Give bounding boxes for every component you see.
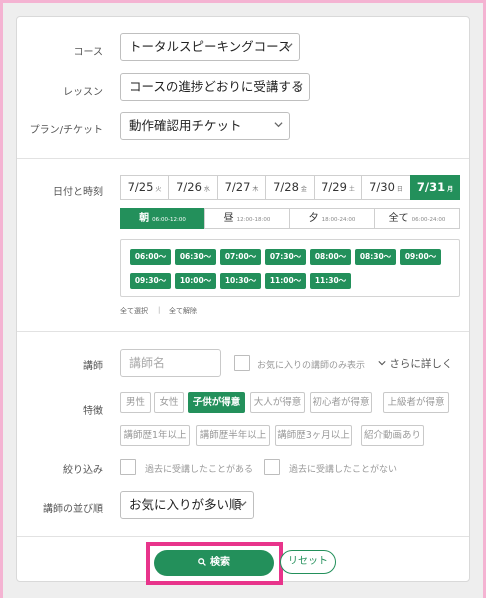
select-all-link[interactable]: 全て選択 xyxy=(120,306,148,316)
date-tab[interactable]: 7/25 火 xyxy=(120,175,169,200)
reset-button[interactable]: リセット xyxy=(280,550,336,574)
time-slot[interactable]: 07:30〜 xyxy=(265,249,306,265)
time-of-day-tab[interactable]: 全て 06:00-24:00 xyxy=(374,208,460,229)
date-tab-weekday: 金 xyxy=(300,186,307,193)
plan-label: プラン/チケット xyxy=(29,125,103,136)
time-of-day-range: 12:00-18:00 xyxy=(236,217,271,223)
time-slot[interactable]: 06:30〜 xyxy=(175,249,216,265)
date-tab-date: 7/28 xyxy=(273,180,299,194)
course-label: コース xyxy=(73,47,104,58)
filter-label: 絞り込み xyxy=(63,465,103,476)
chevron-down-icon xyxy=(274,113,283,139)
time-slot[interactable]: 09:30〜 xyxy=(130,273,171,289)
feature-tag[interactable]: 男性 xyxy=(120,392,151,413)
time-of-day-tab[interactable]: 朝 06:00-12:00 xyxy=(120,208,205,229)
lesson-select-value: コースの進捗どおりに受講する xyxy=(129,79,304,94)
teacher-name-input[interactable]: 講師名 xyxy=(120,349,221,377)
teacher-label: 講師 xyxy=(83,361,103,372)
time-of-day-name: 昼 xyxy=(223,213,234,224)
plan-select[interactable]: 動作確認用チケット xyxy=(120,112,290,140)
date-tab-weekday: 月 xyxy=(447,186,454,193)
sort-select-value: お気に入りが多い順 xyxy=(129,497,242,512)
never-taken-label: 過去に受講したことがない xyxy=(289,465,398,475)
taken-before-checkbox[interactable] xyxy=(120,459,136,475)
date-tab[interactable]: 7/31 月 xyxy=(410,175,460,200)
date-tab[interactable]: 7/27 木 xyxy=(217,175,266,200)
features-label: 特徴 xyxy=(83,406,103,417)
time-slot[interactable]: 06:00〜 xyxy=(130,249,171,265)
date-tab[interactable]: 7/26 水 xyxy=(168,175,218,200)
chevron-down-icon xyxy=(378,358,386,370)
time-slot[interactable]: 08:00〜 xyxy=(310,249,351,265)
time-of-day-tabs: 朝 06:00-12:00 昼 12:00-18:00 夕 18:00-24:00 全て 06… xyxy=(120,208,460,229)
lesson-select[interactable]: コースの進捗どおりに受講する xyxy=(120,73,310,101)
sort-select[interactable]: お気に入りが多い順 xyxy=(120,491,254,519)
sort-label: 講師の並び順 xyxy=(43,504,103,515)
feature-tag[interactable]: 講師歴3ヶ月以上 xyxy=(275,425,352,446)
time-of-day-range: 18:00-24:00 xyxy=(321,217,356,223)
favorites-only-checkbox[interactable] xyxy=(234,355,250,371)
feature-tag[interactable]: 上級者が得意 xyxy=(383,392,449,413)
time-of-day-range: 06:00-24:00 xyxy=(411,217,446,223)
divider xyxy=(17,536,469,537)
course-select[interactable]: トータルスピーキングコース xyxy=(120,33,300,61)
link-separator: | xyxy=(158,306,161,314)
time-of-day-name: 全て xyxy=(388,213,409,224)
date-tab-date: 7/26 xyxy=(176,180,202,194)
deselect-all-link[interactable]: 全て解除 xyxy=(169,306,197,316)
course-select-value: トータルスピーキングコース xyxy=(129,39,291,54)
date-tab[interactable]: 7/29 土 xyxy=(314,175,362,200)
chevron-down-icon xyxy=(284,34,293,60)
time-of-day-name: 朝 xyxy=(139,213,150,224)
time-slot[interactable]: 10:00〜 xyxy=(175,273,216,289)
date-tab[interactable]: 7/30 日 xyxy=(361,175,411,200)
taken-before-label: 過去に受講したことがある xyxy=(145,465,254,475)
date-tab-weekday: 火 xyxy=(155,186,162,193)
date-tab-date: 7/30 xyxy=(369,180,395,194)
search-button-highlight xyxy=(146,542,283,585)
feature-tag[interactable]: 子供が得意 xyxy=(188,392,245,413)
date-tab-date: 7/27 xyxy=(224,180,251,194)
time-of-day-tab[interactable]: 夕 18:00-24:00 xyxy=(289,208,375,229)
date-tab-weekday: 木 xyxy=(252,186,259,193)
divider xyxy=(17,158,469,159)
time-of-day-name: 夕 xyxy=(308,213,319,224)
date-tab-weekday: 水 xyxy=(203,186,210,193)
feature-tag[interactable]: 講師歴半年以上 xyxy=(196,425,270,446)
feature-tag[interactable]: 講師歴1年以上 xyxy=(120,425,190,446)
time-slot[interactable]: 10:30〜 xyxy=(220,273,261,289)
time-slot[interactable]: 07:00〜 xyxy=(220,249,261,265)
feature-tag[interactable]: 大人が得意 xyxy=(250,392,305,413)
chevron-down-icon xyxy=(238,492,247,518)
date-tab-date: 7/25 xyxy=(127,180,154,194)
search-panel: コース トータルスピーキングコース レッスン コースの進捗どおりに受講する プラ… xyxy=(16,16,470,585)
date-tab-weekday: 土 xyxy=(348,186,355,193)
date-tab[interactable]: 7/28 金 xyxy=(265,175,315,200)
date-tab-weekday: 日 xyxy=(396,186,403,193)
date-tab-date: 7/31 xyxy=(416,180,446,194)
time-of-day-tab[interactable]: 昼 12:00-18:00 xyxy=(204,208,290,229)
time-of-day-range: 06:00-12:00 xyxy=(152,217,186,223)
schedule-label: 日付と時刻 xyxy=(53,187,103,198)
time-slot[interactable]: 11:00〜 xyxy=(265,273,306,289)
divider xyxy=(17,331,469,332)
time-slot[interactable]: 09:00〜 xyxy=(400,249,441,265)
plan-select-value: 動作確認用チケット xyxy=(129,118,242,133)
feature-tag[interactable]: 女性 xyxy=(154,392,184,413)
feature-tag[interactable]: 紹介動画あり xyxy=(361,425,424,446)
never-taken-checkbox[interactable] xyxy=(264,459,280,475)
more-details-link[interactable]: さらに詳しく xyxy=(378,356,452,371)
chevron-down-icon xyxy=(294,74,303,100)
date-tab-date: 7/29 xyxy=(321,180,347,194)
teacher-name-placeholder: 講師名 xyxy=(129,356,166,370)
favorites-only-label: お気に入りの講師のみ表示 xyxy=(257,361,366,371)
time-slot[interactable]: 08:30〜 xyxy=(355,249,396,265)
time-slots-box: 06:00〜 06:30〜 07:00〜 07:30〜 08:00〜 08:30〜 09:0… xyxy=(120,239,460,297)
more-details-label: さらに詳しく xyxy=(389,358,453,370)
feature-tag[interactable]: 初心者が得意 xyxy=(310,392,372,413)
time-slot[interactable]: 11:30〜 xyxy=(310,273,351,289)
lesson-label: レッスン xyxy=(63,87,103,98)
date-tabs: 7/25 火 7/26 水 7/27 木 7/28 金 7/29 土 7/30 日 7/31 月 xyxy=(120,175,460,200)
